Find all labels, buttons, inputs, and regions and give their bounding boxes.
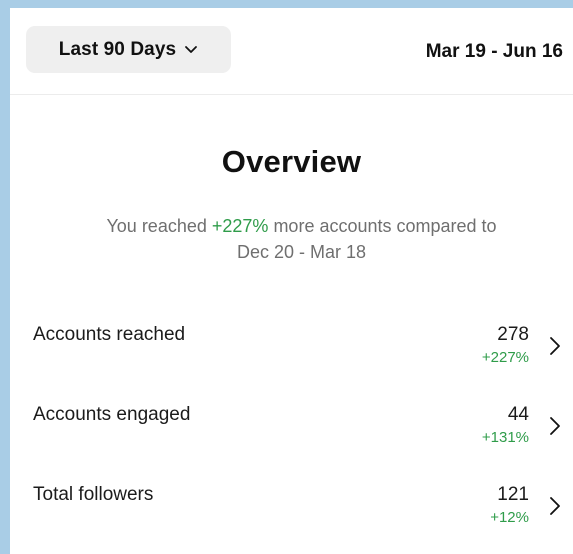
selected-date-range: Mar 19 - Jun 16 xyxy=(425,41,563,62)
metric-label: Accounts reached xyxy=(33,324,186,345)
metric-label: Accounts engaged xyxy=(33,404,191,425)
metric-change: +12% xyxy=(490,509,529,526)
insights-panel: Last 90 Days Mar 19 - Jun 16 Overview Yo… xyxy=(10,8,573,554)
metric-row-accounts-engaged[interactable]: Accounts engaged 44 +131% xyxy=(10,394,573,452)
overview-title: Overview xyxy=(221,144,362,179)
metric-value: 278 xyxy=(497,324,529,345)
metric-label: Total followers xyxy=(33,484,154,505)
metric-value: 121 xyxy=(497,484,529,505)
date-range-dropdown-label: Last 90 Days xyxy=(58,38,177,60)
metric-row-accounts-reached[interactable]: Accounts reached 278 +227% xyxy=(10,314,573,372)
chevron-down-icon xyxy=(184,42,198,56)
date-range-dropdown-button[interactable]: Last 90 Days xyxy=(26,26,231,73)
summary-suffix-text: more accounts compared to xyxy=(268,216,497,236)
chevron-right-icon xyxy=(550,497,560,515)
metric-change: +227% xyxy=(481,349,529,366)
chevron-right-icon xyxy=(550,417,560,435)
metric-value: 44 xyxy=(507,404,529,425)
insights-header: Last 90 Days Mar 19 - Jun 16 xyxy=(10,8,573,95)
overview-summary: You reached +227% more accounts compared… xyxy=(50,213,553,265)
metric-change: +131% xyxy=(481,429,529,446)
metric-row-total-followers[interactable]: Total followers 121 +12% xyxy=(10,474,573,532)
summary-growth-value: +227% xyxy=(211,216,269,236)
chevron-right-icon xyxy=(550,337,560,355)
summary-comparison-date-range: Dec 20 - Mar 18 xyxy=(236,242,367,262)
summary-prefix-text: You reached xyxy=(106,216,212,236)
